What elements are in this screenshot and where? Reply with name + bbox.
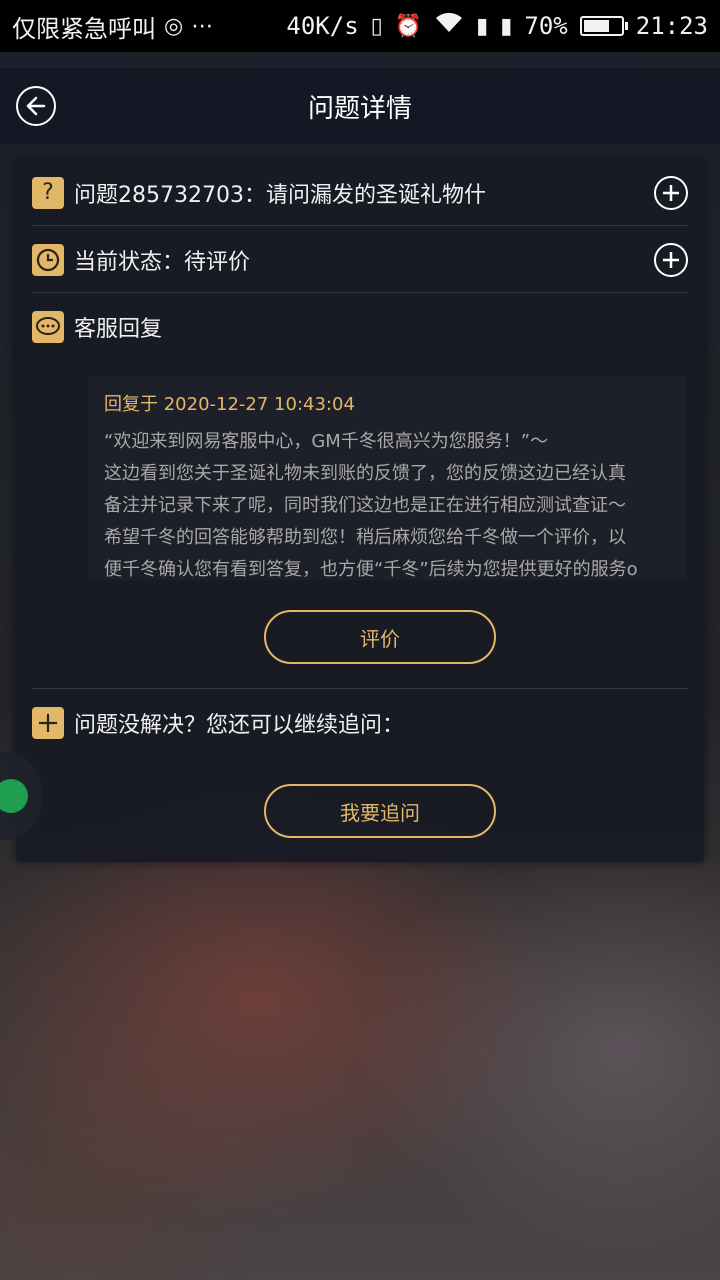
reply-message: 回复于 2020-12-27 10:43:04 “欢迎来到网易客服中心，GM千冬… (88, 376, 686, 580)
page-title: 问题详情 (307, 93, 412, 124)
issue-title: 问题285732703：请问漏发的圣诞礼物什 (74, 182, 486, 208)
more-icon: ⋯ (191, 13, 214, 39)
battery-percent: 70% (524, 12, 568, 40)
divider (32, 688, 688, 689)
battery-fill (583, 20, 609, 32)
plus-icon (32, 707, 64, 739)
nav-bar: 问题详情 (0, 68, 720, 144)
reply-line: 希望千冬的回答能够帮助到您！稍后麻烦您给千冬做一个评价，以 (104, 527, 626, 548)
carrier-text: 仅限紧急呼叫 (12, 14, 156, 43)
status-bar: 仅限紧急呼叫 ◎ ⋯ 40K/s ▯ ⏰ ▮ ▮ 70% 21:23 (0, 0, 720, 52)
vibrate-icon: ▯ (370, 13, 383, 39)
alarm-icon: ⏰ (394, 13, 423, 39)
followup-button[interactable]: 我要追问 (264, 784, 496, 838)
reply-line: 便千冬确认您有看到答复，也方便“千冬”后续为您提供更好的服务o (104, 559, 638, 580)
floating-dot-icon (0, 779, 28, 813)
reply-line: 备注并记录下来了呢，同时我们这边也是正在进行相应测试查证～ (104, 495, 626, 516)
chat-bubble-icon (32, 311, 64, 343)
status-row[interactable]: 当前状态：待评价 (32, 227, 688, 293)
reply-timestamp: 回复于 2020-12-27 10:43:04 (104, 394, 355, 415)
reply-section-title: 客服回复 (74, 317, 163, 342)
net-speed: 40K/s (286, 12, 359, 40)
rate-button[interactable]: 评价 (264, 610, 496, 664)
clock-time: 21:23 (635, 12, 708, 40)
status-text: 当前状态：待评价 (74, 249, 251, 275)
reply-body: “欢迎来到网易客服中心，GM千冬很高兴为您服务！”～ 这边看到您关于圣诞礼物未到… (104, 426, 670, 580)
back-arrow-icon[interactable] (16, 86, 56, 126)
followup-text: 问题没解决？您还可以继续追问： (74, 713, 405, 738)
battery-icon (579, 16, 628, 36)
clock-icon (32, 243, 64, 276)
expand-issue-button[interactable] (654, 175, 688, 210)
question-icon: ? (32, 176, 64, 209)
reply-title-row: 客服回复 (32, 294, 688, 360)
followup-row: 问题没解决？您还可以继续追问： (32, 690, 688, 756)
reply-line: 这边看到您关于圣诞礼物未到账的反馈了，您的反馈这边已经认真 (104, 463, 626, 484)
issue-row[interactable]: ? 问题285732703：请问漏发的圣诞礼物什 (32, 160, 688, 226)
hotspot-icon: ◎ (164, 13, 184, 39)
issue-detail-card: ? 问题285732703：请问漏发的圣诞礼物什 当前状态：待评价 客服回复 回… (16, 160, 704, 862)
expand-status-button[interactable] (654, 242, 688, 277)
reply-line: “欢迎来到网易客服中心，GM千冬很高兴为您服务！”～ (104, 431, 549, 452)
sim2-icon: ▮ (500, 13, 513, 39)
sim1-icon: ▮ (476, 13, 489, 39)
wifi-icon (434, 12, 464, 40)
